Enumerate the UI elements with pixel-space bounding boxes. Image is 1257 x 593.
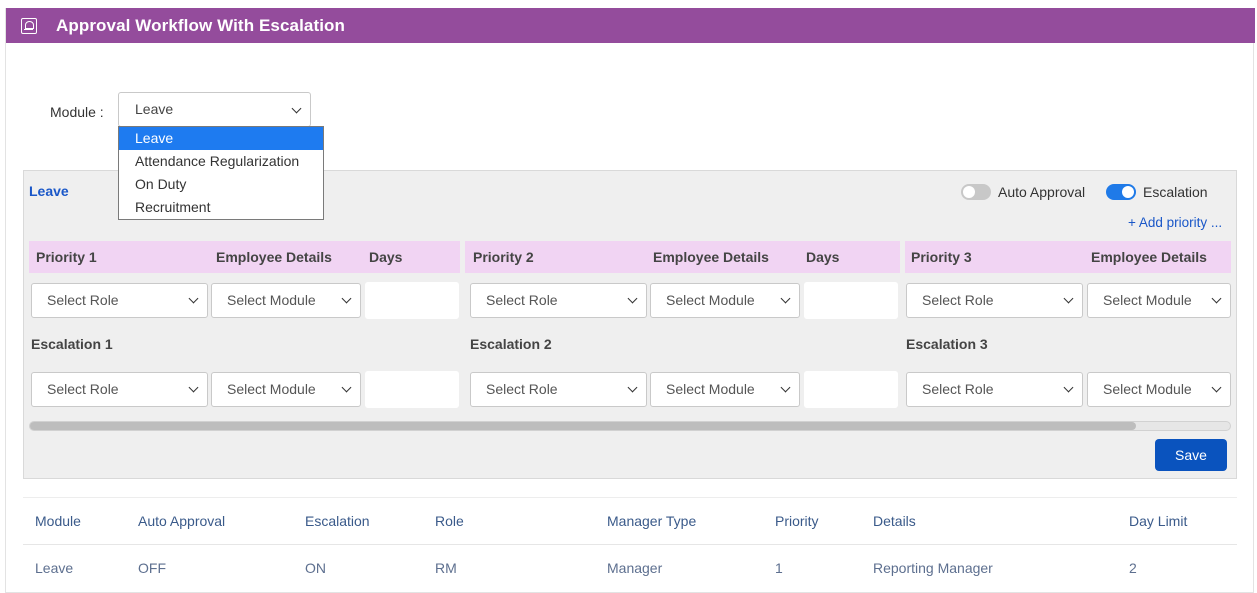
table-cell: ON xyxy=(305,560,326,576)
table-header-row: Module Auto Approval Escalation Role Man… xyxy=(23,497,1237,544)
page-title: Approval Workflow With Escalation xyxy=(56,15,346,35)
select-role-text: Select Role xyxy=(486,381,558,397)
select-role-text: Select Role xyxy=(922,381,994,397)
escalation-2-role-select[interactable]: Select Role xyxy=(470,372,647,407)
select-module-text: Select Module xyxy=(227,292,316,308)
table-cell: RM xyxy=(435,560,457,576)
table-row[interactable]: Leave OFF ON RM Manager 1 Reporting Mana… xyxy=(23,544,1237,591)
column-header: Escalation xyxy=(305,513,370,529)
chevron-down-icon xyxy=(1063,293,1074,304)
priority-3-role-select[interactable]: Select Role xyxy=(906,283,1083,318)
approval-workflow-page: Approval Workflow With Escalation Module… xyxy=(5,8,1255,593)
column-header: Priority xyxy=(775,513,819,529)
auto-approval-label: Auto Approval xyxy=(998,184,1086,200)
table-cell: Reporting Manager xyxy=(873,560,993,576)
escalation-3-role-select[interactable]: Select Role xyxy=(906,372,1083,407)
chevron-down-icon xyxy=(780,293,791,304)
title-bar: Approval Workflow With Escalation xyxy=(6,8,1255,43)
table-cell: Manager xyxy=(607,560,663,576)
chevron-down-icon xyxy=(780,382,791,393)
priority-2-label: Priority 2 xyxy=(473,249,534,265)
escalation-toggle[interactable] xyxy=(1106,184,1136,200)
escalation-label: Escalation xyxy=(1143,184,1208,200)
escalation-3-label: Escalation 3 xyxy=(906,336,988,352)
scrollbar-thumb[interactable] xyxy=(30,422,1136,430)
table-cell: 1 xyxy=(775,560,783,576)
select-module-text: Select Module xyxy=(666,292,755,308)
employee-details-label: Employee Details xyxy=(653,249,769,265)
days-label: Days xyxy=(369,249,403,265)
module-dropdown-list: Leave Attendance Regularization On Duty … xyxy=(118,126,324,220)
priority-3-header: Priority 3 Employee Details xyxy=(905,241,1231,273)
escalation-1-module-select[interactable]: Select Module xyxy=(211,372,361,407)
chevron-down-icon xyxy=(1211,293,1222,304)
select-module-text: Select Module xyxy=(1103,381,1192,397)
priority-3-label: Priority 3 xyxy=(911,249,972,265)
priority-3-module-select[interactable]: Select Module xyxy=(1087,283,1231,318)
column-header: Manager Type xyxy=(607,513,697,529)
chevron-down-icon xyxy=(188,293,199,304)
employee-details-label: Employee Details xyxy=(216,249,332,265)
escalation-1-role-select[interactable]: Select Role xyxy=(31,372,208,407)
chevron-down-icon xyxy=(627,293,638,304)
module-option[interactable]: Leave xyxy=(119,127,323,150)
employee-details-label: Employee Details xyxy=(1091,249,1207,265)
select-role-text: Select Role xyxy=(922,292,994,308)
chevron-down-icon xyxy=(1211,382,1222,393)
module-label: Module : xyxy=(50,104,104,120)
user-profile-icon xyxy=(21,17,37,34)
priority-1-module-select[interactable]: Select Module xyxy=(211,283,361,318)
priority-1-days-input[interactable] xyxy=(365,282,459,319)
add-priority-link[interactable]: + Add priority ... xyxy=(1128,215,1222,230)
module-option[interactable]: On Duty xyxy=(119,173,323,196)
module-option[interactable]: Recruitment xyxy=(119,196,323,219)
escalation-2-module-select[interactable]: Select Module xyxy=(650,372,800,407)
table-cell: OFF xyxy=(138,560,166,576)
column-header: Day Limit xyxy=(1129,513,1188,529)
horizontal-scrollbar[interactable] xyxy=(29,421,1231,431)
column-header: Auto Approval xyxy=(138,513,226,529)
column-header: Module xyxy=(35,513,81,529)
select-module-text: Select Module xyxy=(666,381,755,397)
workflow-table: Module Auto Approval Escalation Role Man… xyxy=(23,497,1237,591)
priority-2-module-select[interactable]: Select Module xyxy=(650,283,800,318)
table-cell: Leave xyxy=(35,560,74,576)
select-role-text: Select Role xyxy=(47,292,119,308)
chevron-down-icon xyxy=(627,382,638,393)
toggle-knob xyxy=(963,186,975,198)
select-role-text: Select Role xyxy=(47,381,119,397)
priority-2-days-input[interactable] xyxy=(804,282,898,319)
select-module-text: Select Module xyxy=(227,381,316,397)
toggle-knob xyxy=(1122,186,1134,198)
days-label: Days xyxy=(806,249,840,265)
chevron-down-icon xyxy=(1063,382,1074,393)
chevron-down-icon xyxy=(341,382,352,393)
escalation-1-days-input[interactable] xyxy=(365,371,459,408)
module-option[interactable]: Attendance Regularization xyxy=(119,150,323,173)
chevron-down-icon xyxy=(341,293,352,304)
priority-1-role-select[interactable]: Select Role xyxy=(31,283,208,318)
module-select[interactable]: Leave xyxy=(118,92,311,127)
panel-title: Leave xyxy=(29,183,69,199)
select-module-text: Select Module xyxy=(1103,292,1192,308)
chevron-down-icon xyxy=(291,103,302,114)
priority-2-header: Priority 2 Employee Details Days xyxy=(465,241,900,273)
escalation-2-days-input[interactable] xyxy=(804,371,898,408)
priority-1-label: Priority 1 xyxy=(36,249,97,265)
column-header: Details xyxy=(873,513,916,529)
priority-1-header: Priority 1 Employee Details Days xyxy=(29,241,460,273)
select-role-text: Select Role xyxy=(486,292,558,308)
column-header: Role xyxy=(435,513,464,529)
auto-approval-toggle[interactable] xyxy=(961,184,991,200)
escalation-1-label: Escalation 1 xyxy=(31,336,113,352)
save-button[interactable]: Save xyxy=(1155,439,1227,471)
table-cell: 2 xyxy=(1129,560,1137,576)
module-select-value: Leave xyxy=(135,101,174,117)
chevron-down-icon xyxy=(188,382,199,393)
escalation-3-module-select[interactable]: Select Module xyxy=(1087,372,1231,407)
escalation-2-label: Escalation 2 xyxy=(470,336,552,352)
priority-2-role-select[interactable]: Select Role xyxy=(470,283,647,318)
